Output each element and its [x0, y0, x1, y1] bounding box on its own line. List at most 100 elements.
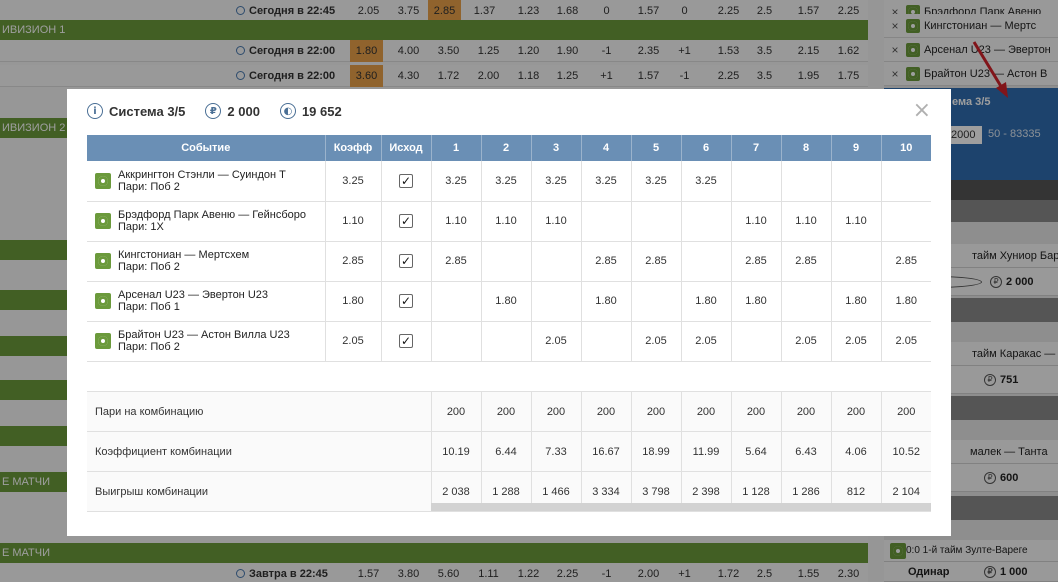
col-combo: 9 — [831, 135, 882, 161]
coins-icon: ◐ — [279, 103, 296, 119]
col-combo: 6 — [681, 135, 732, 161]
combo-cell: 2.05 — [631, 321, 682, 362]
col-combo: 1 — [431, 135, 482, 161]
combo-cell: 2.05 — [531, 321, 582, 362]
combo-cell: 1.80 — [681, 281, 732, 322]
summary-value: 200 — [781, 391, 832, 432]
summary-row: Коэффициент комбинации 10.19 6.44 7.33 16.67… — [87, 431, 931, 472]
close-button[interactable]: × — [913, 100, 931, 122]
outcome-checkbox[interactable]: ✓ — [399, 214, 413, 228]
combo-cell: 3.25 — [681, 161, 732, 202]
combo-cell — [731, 321, 782, 362]
outcome-checkbox[interactable]: ✓ — [399, 334, 413, 348]
outcome-cell: ✓ — [381, 281, 432, 322]
summary-label: Коэффициент комбинации — [87, 431, 432, 472]
combo-cell: 2.85 — [581, 241, 632, 282]
summary-value: 10.19 — [431, 431, 482, 472]
event-name: Кингстониан — Мертсхем — [118, 249, 250, 261]
combo-cell — [431, 281, 482, 322]
event-bet: Пари: Поб 1 — [118, 301, 180, 313]
outcome-checkbox[interactable]: ✓ — [399, 294, 413, 308]
football-icon — [95, 253, 111, 269]
event-cell: Кингстониан — Мертсхем Пари: Поб 2 — [87, 241, 326, 282]
event-cell: Брэдфорд Парк Авеню — Гейнсборо Пари: 1X — [87, 201, 326, 242]
summary-value: 200 — [881, 391, 931, 432]
combo-cell — [681, 241, 732, 282]
summary-value: 10.52 — [881, 431, 931, 472]
potential-win: 19 652 — [301, 103, 342, 119]
combo-cell — [631, 201, 682, 242]
combo-cell: 2.85 — [731, 241, 782, 282]
summary-value: 6.44 — [481, 431, 532, 472]
event-cell: Брайтон U23 — Астон Вилла U23 Пари: Поб 2 — [87, 321, 326, 362]
summary-value: 11.99 — [681, 431, 732, 472]
combo-cell — [681, 201, 732, 242]
summary-value: 16.67 — [581, 431, 632, 472]
summary-value: 4.06 — [831, 431, 882, 472]
col-combo: 7 — [731, 135, 782, 161]
football-icon — [95, 333, 111, 349]
summary-value: 200 — [631, 391, 682, 432]
col-combo: 3 — [531, 135, 582, 161]
coef-cell: 2.85 — [325, 241, 382, 282]
table-row: Арсенал U23 — Эвертон U23 Пари: Поб 1 1.80… — [87, 281, 931, 322]
summary-value: 200 — [531, 391, 582, 432]
summary-value: 200 — [481, 391, 532, 432]
table-row: Брайтон U23 — Астон Вилла U23 Пари: Поб 2… — [87, 321, 931, 362]
col-combo: 10 — [881, 135, 931, 161]
stake-amount: 2 000 — [227, 103, 260, 119]
col-coef: Коэфф — [325, 135, 382, 161]
coef-cell: 1.10 — [325, 201, 382, 242]
combo-cell — [481, 241, 532, 282]
combo-cell — [431, 321, 482, 362]
combo-cell: 2.85 — [881, 241, 931, 282]
combo-cell — [881, 201, 931, 242]
events-body: Аккрингтон Стэнли — Суиндон Т Пари: Поб 2… — [87, 161, 931, 362]
summary-value: 18.99 — [631, 431, 682, 472]
event-bet: Пари: Поб 2 — [118, 180, 180, 193]
combo-cell — [731, 161, 782, 202]
summary-value: 7.33 — [531, 431, 582, 472]
combo-cell — [531, 241, 582, 282]
combo-cell — [781, 161, 832, 202]
col-combo: 2 — [481, 135, 532, 161]
outcome-cell: ✓ — [381, 201, 432, 242]
combo-cell — [781, 281, 832, 322]
combo-cell: 2.05 — [681, 321, 732, 362]
football-icon — [95, 172, 111, 189]
outcome-cell: ✓ — [381, 321, 432, 362]
combo-cell: 2.85 — [631, 241, 682, 282]
combo-cell — [581, 201, 632, 242]
outcome-cell: ✓ — [381, 241, 432, 282]
outcome-cell: ✓ — [381, 161, 432, 202]
event-cell: Арсенал U23 — Эвертон U23 Пари: Поб 1 — [87, 281, 326, 322]
combo-cell: 1.80 — [581, 281, 632, 322]
summary-body: Пари на комбинацию 200 200 200 200 200 200 200 2… — [87, 391, 931, 512]
combo-cell — [831, 161, 882, 202]
outcome-checkbox[interactable]: ✓ — [399, 254, 413, 268]
event-bet: Пари: Поб 2 — [118, 261, 180, 273]
event-name: Аккрингтон Стэнли — Суиндон Т — [118, 168, 286, 181]
ruble-icon: ₽ — [205, 103, 222, 119]
event-name: Арсенал U23 — Эвертон U23 — [118, 289, 268, 301]
combo-cell — [881, 161, 931, 202]
event-name: Брэдфорд Парк Авеню — Гейнсборо — [118, 209, 306, 221]
info-icon[interactable]: i — [87, 103, 103, 119]
col-outcome: Исход — [381, 135, 432, 161]
outcome-checkbox[interactable]: ✓ — [399, 173, 413, 188]
summary-value: 200 — [831, 391, 882, 432]
horizontal-scrollbar[interactable] — [431, 503, 931, 511]
table-row: Аккрингтон Стэнли — Суиндон Т Пари: Поб 2… — [87, 161, 931, 202]
col-combo: 4 — [581, 135, 632, 161]
combo-cell — [831, 241, 882, 282]
combo-cell — [581, 321, 632, 362]
table-row: Кингстониан — Мертсхем Пари: Поб 2 2.85 ✓ 2.… — [87, 241, 931, 282]
col-event: Событие — [87, 135, 326, 161]
event-bet: Пари: 1X — [118, 221, 164, 233]
system-label: Система 3/5 — [109, 103, 186, 119]
combo-cell: 1.10 — [431, 201, 482, 242]
combo-cell: 2.85 — [781, 241, 832, 282]
combo-cell: 1.80 — [731, 281, 782, 322]
summary-value: 5.64 — [731, 431, 782, 472]
summary-table: Пари на комбинацию 200 200 200 200 200 200 200 2… — [87, 391, 931, 512]
